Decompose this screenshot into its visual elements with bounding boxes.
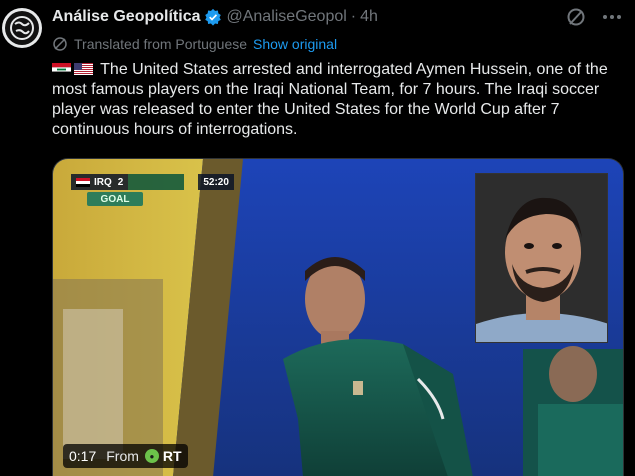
goal-tag: GOAL (87, 192, 143, 206)
verified-badge-icon[interactable] (204, 8, 222, 26)
match-clock: 52:20 (198, 174, 234, 190)
scoreboard-team-segment: IRQ 2 (71, 174, 129, 190)
author-handle[interactable]: @AnaliseGeopol (226, 8, 346, 26)
team-score: 2 (117, 176, 124, 188)
author-name[interactable]: Análise Geopolítica (52, 8, 200, 26)
scoreboard-opponent-segment (128, 174, 185, 190)
scoreboard: IRQ 2 52:20 (71, 174, 234, 190)
globe-icon (5, 11, 39, 45)
us-flag-icon (74, 62, 93, 75)
from-label: From (106, 448, 139, 464)
post-body: The United States arrested and interroga… (52, 61, 608, 138)
post-time[interactable]: 4h (360, 8, 378, 26)
player-portrait-inset (475, 173, 608, 343)
iraq-flag-icon (52, 62, 71, 75)
translate-icon (53, 37, 67, 51)
post-actions-top (565, 6, 623, 28)
translated-label: Translated from Portuguese (74, 36, 248, 52)
author-avatar[interactable] (2, 8, 42, 48)
team-abbrev: IRQ (94, 176, 112, 188)
translation-notice: Translated from Portuguese Show original (52, 36, 337, 52)
separator-dot: · (350, 8, 357, 25)
video-player[interactable]: IRQ 2 52:20 GOAL 0:17 From ● RT (52, 158, 624, 476)
player-portrait (476, 174, 607, 342)
grok-icon[interactable] (565, 6, 587, 28)
more-options-icon[interactable] (601, 6, 623, 28)
source-label[interactable]: RT (163, 448, 182, 464)
post-header: Análise Geopolítica @AnaliseGeopol · 4h (52, 6, 378, 28)
video-overlay-badge[interactable]: 0:17 From ● RT (63, 444, 188, 468)
rt-logo-icon: ● (144, 449, 159, 463)
show-original-link[interactable]: Show original (253, 36, 337, 52)
flag-icon (76, 177, 90, 187)
video-timestamp: 0:17 (69, 448, 97, 464)
post-text: The United States arrested and interroga… (52, 60, 627, 140)
